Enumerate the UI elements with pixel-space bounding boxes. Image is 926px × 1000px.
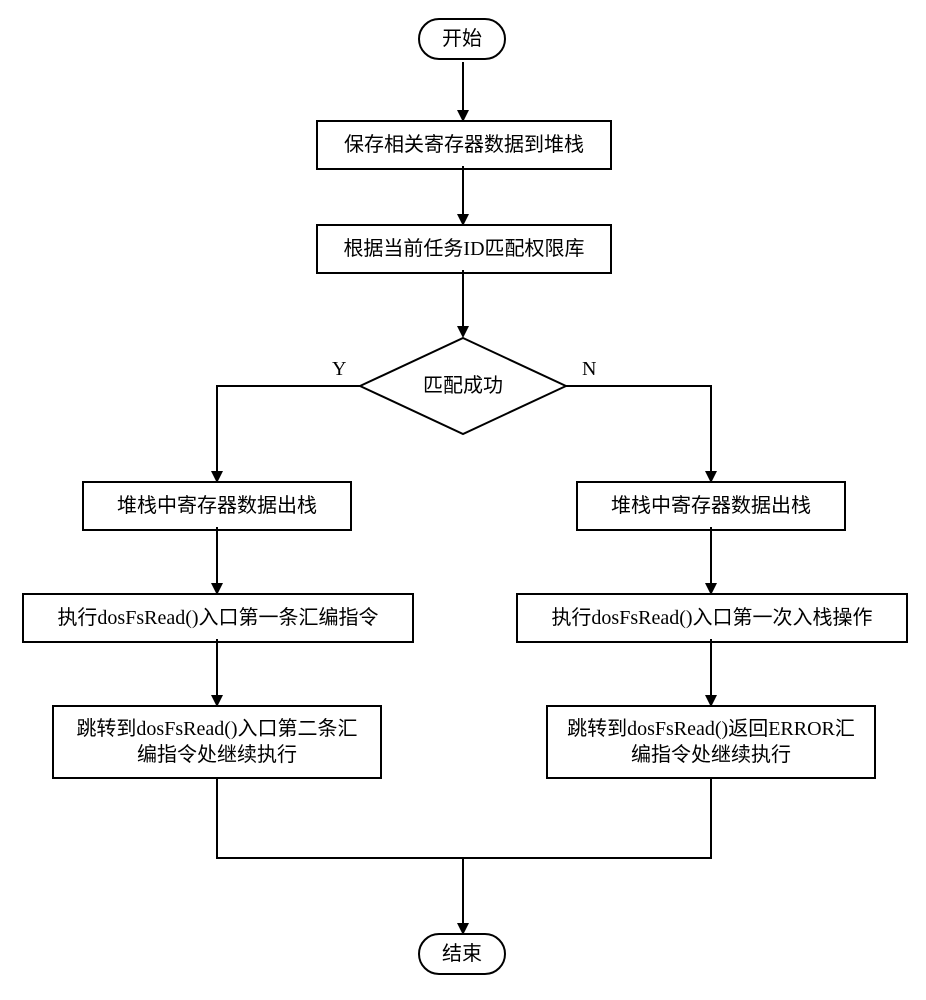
connector (566, 385, 712, 387)
arrow (462, 62, 464, 112)
arrow (710, 639, 712, 697)
decision-node: 匹配成功 (358, 336, 568, 436)
end-node: 结束 (418, 933, 506, 975)
right1-node: 堆栈中寄存器数据出栈 (576, 481, 846, 531)
arrow (462, 857, 464, 925)
arrow (462, 166, 464, 216)
step2-node: 根据当前任务ID匹配权限库 (316, 224, 612, 274)
end-label: 结束 (442, 941, 482, 967)
connector (216, 779, 218, 859)
left1-node: 堆栈中寄存器数据出栈 (82, 481, 352, 531)
left1-label: 堆栈中寄存器数据出栈 (117, 493, 317, 519)
step1-node: 保存相关寄存器数据到堆栈 (316, 120, 612, 170)
step1-label: 保存相关寄存器数据到堆栈 (344, 132, 584, 158)
left3-node: 跳转到dosFsRead()入口第二条汇编指令处继续执行 (52, 705, 382, 779)
flowchart-container: 开始 保存相关寄存器数据到堆栈 根据当前任务ID匹配权限库 匹配成功 Y N 堆… (0, 0, 926, 1000)
arrow (462, 270, 464, 328)
no-label: N (582, 358, 596, 381)
arrow (216, 639, 218, 697)
connector (710, 779, 712, 859)
yes-label: Y (332, 358, 346, 381)
left2-node: 执行dosFsRead()入口第一条汇编指令 (22, 593, 414, 643)
right1-label: 堆栈中寄存器数据出栈 (611, 493, 811, 519)
right3-label: 跳转到dosFsRead()返回ERROR汇编指令处继续执行 (564, 716, 858, 768)
start-label: 开始 (442, 26, 482, 52)
decision-label: 匹配成功 (358, 336, 568, 436)
left3-label: 跳转到dosFsRead()入口第二条汇编指令处继续执行 (70, 716, 364, 768)
connector (710, 385, 712, 473)
right2-label: 执行dosFsRead()入口第一次入栈操作 (551, 605, 872, 631)
arrow (216, 527, 218, 585)
start-node: 开始 (418, 18, 506, 60)
step2-label: 根据当前任务ID匹配权限库 (343, 236, 584, 262)
right3-node: 跳转到dosFsRead()返回ERROR汇编指令处继续执行 (546, 705, 876, 779)
connector (216, 857, 463, 859)
connector (216, 385, 218, 473)
arrow (710, 527, 712, 585)
connector (463, 857, 712, 859)
left2-label: 执行dosFsRead()入口第一条汇编指令 (57, 605, 378, 631)
connector (216, 385, 360, 387)
right2-node: 执行dosFsRead()入口第一次入栈操作 (516, 593, 908, 643)
